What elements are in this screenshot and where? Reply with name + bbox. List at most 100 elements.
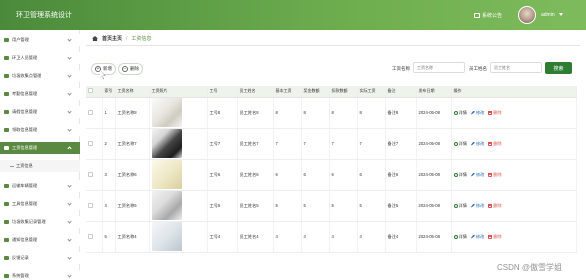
chevron-down-icon[interactable]	[559, 13, 563, 16]
edit-button[interactable]: 修改	[470, 141, 484, 147]
delete-row-button[interactable]: 删除	[488, 172, 502, 178]
sidebar-item-vehicles[interactable]: 运输车辆管理	[0, 180, 80, 192]
sidebar-item-notices[interactable]: 通知信息管理	[0, 234, 80, 246]
delete-button[interactable]: 删除	[118, 63, 143, 75]
column-header: 实际工资	[357, 86, 386, 98]
menu-icon	[4, 256, 9, 260]
row-checkbox[interactable]	[88, 140, 93, 146]
column-header: 扣款数额	[329, 86, 358, 98]
chevron-down-icon	[67, 183, 72, 188]
add-button[interactable]: 新增	[91, 63, 116, 75]
cell-actions: 详情 修改 删除	[451, 97, 577, 129]
delete-row-button[interactable]: 删除	[488, 110, 502, 116]
cell-photo	[149, 97, 208, 129]
cell-staff-name: 员工姓名7	[237, 128, 274, 160]
sidebar-item-salary[interactable]: 工资信息管理	[0, 142, 80, 154]
delete-row-button[interactable]: 删除	[488, 234, 502, 240]
cell-job-no: 工号7	[207, 128, 238, 160]
sidebar-item-label: 反馈记录	[12, 255, 29, 260]
row-checkbox[interactable]	[88, 233, 93, 239]
menu-icon	[4, 238, 9, 242]
select-all-checkbox[interactable]	[88, 88, 93, 94]
staff-name-input[interactable]	[490, 62, 542, 73]
chevron-down-icon	[67, 273, 72, 278]
cell-index: 2	[102, 128, 116, 160]
breadcrumb: 首页主页 / 工资信息	[92, 35, 151, 42]
sidebar-item-label: 系统管理	[12, 273, 29, 278]
sidebar-item-tools[interactable]: 工具信息管理	[0, 198, 80, 210]
edit-button[interactable]: 修改	[470, 110, 484, 116]
edit-button[interactable]: 修改	[470, 171, 485, 178]
edit-button[interactable]: 修改	[470, 234, 484, 240]
cell-staff-name: 员工姓名4	[237, 221, 274, 253]
cell-actions: 详情 修改 删除	[451, 159, 577, 191]
edit-label: 修改	[475, 171, 485, 177]
chevron-down-icon	[67, 73, 72, 78]
chevron-down-icon	[67, 201, 72, 206]
chevron-down-icon	[67, 91, 72, 96]
column-header: 发布日期	[416, 86, 452, 98]
menu-icon	[4, 38, 9, 42]
sidebar-item-attendance[interactable]: 考勤信息管理	[0, 88, 80, 100]
chevron-down-icon	[67, 37, 72, 42]
detail-label: 详情	[458, 171, 467, 177]
cell-staff-name: 员工姓名8	[237, 97, 274, 129]
sidebar-item-feedback[interactable]: 反馈记录	[0, 252, 80, 264]
sidebar-item-receipt[interactable]: 领取信息管理	[0, 124, 80, 136]
sidebar-item-label: 用户管理	[12, 37, 29, 42]
sidebar-item-collection-points[interactable]: 垃圾收集点管理	[0, 70, 80, 82]
sidebar-item-users[interactable]: 用户管理	[0, 34, 80, 46]
salary-photo[interactable]	[151, 160, 182, 189]
salary-photo[interactable]	[151, 222, 182, 251]
salary-photo[interactable]	[151, 98, 182, 127]
column-header: 奖金数额	[301, 86, 330, 98]
delete-row-button[interactable]: 删除	[488, 202, 502, 209]
salary-photo[interactable]	[151, 129, 182, 158]
chevron-down-icon	[67, 127, 72, 132]
sidebar-item-system[interactable]: 系统管理	[0, 270, 80, 280]
menu-icon	[4, 74, 9, 78]
delete-label: 删除	[493, 140, 502, 146]
sidebar-subitem-salary-info[interactable]: 工资信息	[0, 160, 80, 172]
row-checkbox-cell	[86, 190, 103, 222]
sidebar-item-staff[interactable]: 环卫人员管理	[0, 52, 80, 64]
user-name[interactable]: admin	[541, 12, 555, 18]
breadcrumb-home[interactable]: 首页主页	[102, 35, 122, 42]
row-checkbox[interactable]	[88, 109, 93, 115]
row-checkbox[interactable]	[88, 171, 93, 177]
delete-label: 删除	[493, 202, 502, 208]
edit-button[interactable]: 修改	[470, 203, 484, 209]
search-button[interactable]: 搜索	[545, 62, 572, 74]
detail-button[interactable]: 详情	[453, 171, 467, 178]
trash-icon	[488, 110, 493, 115]
breadcrumb-separator: /	[126, 35, 128, 42]
menu-icon	[4, 274, 9, 278]
cell-photo	[149, 128, 208, 160]
sidebar-item-collection-records[interactable]: 垃圾收集记录管理	[0, 216, 80, 228]
cell-bonus: 7	[301, 128, 330, 160]
column-header: 工资名称	[115, 86, 150, 98]
row-checkbox-cell	[86, 128, 103, 160]
delete-row-button[interactable]: 删除	[488, 140, 502, 147]
add-button-label: 新增	[103, 66, 112, 71]
delete-button-label: 删除	[130, 66, 139, 71]
cell-actual-salary: 8	[357, 97, 386, 129]
detail-button[interactable]: 详情	[453, 234, 467, 240]
cell-actual-salary: 7	[357, 128, 386, 160]
detail-label: 详情	[458, 109, 467, 115]
sidebar-item-leave[interactable]: 请假信息管理	[0, 106, 80, 118]
trash-icon	[488, 203, 493, 208]
chevron-down-icon	[67, 219, 72, 224]
detail-icon	[453, 110, 458, 115]
chevron-down-icon	[67, 55, 72, 60]
salary-photo[interactable]	[151, 191, 182, 220]
detail-button[interactable]: 详情	[453, 141, 467, 147]
chevron-down-icon	[67, 109, 72, 114]
avatar[interactable]	[518, 6, 536, 24]
row-checkbox[interactable]	[88, 202, 93, 208]
detail-button[interactable]: 详情	[453, 109, 467, 116]
salary-name-input[interactable]	[413, 62, 465, 73]
cell-actual-salary: 6	[357, 159, 386, 191]
system-notice-link[interactable]: 系统公告	[474, 12, 502, 19]
detail-button[interactable]: 详情	[453, 203, 467, 209]
